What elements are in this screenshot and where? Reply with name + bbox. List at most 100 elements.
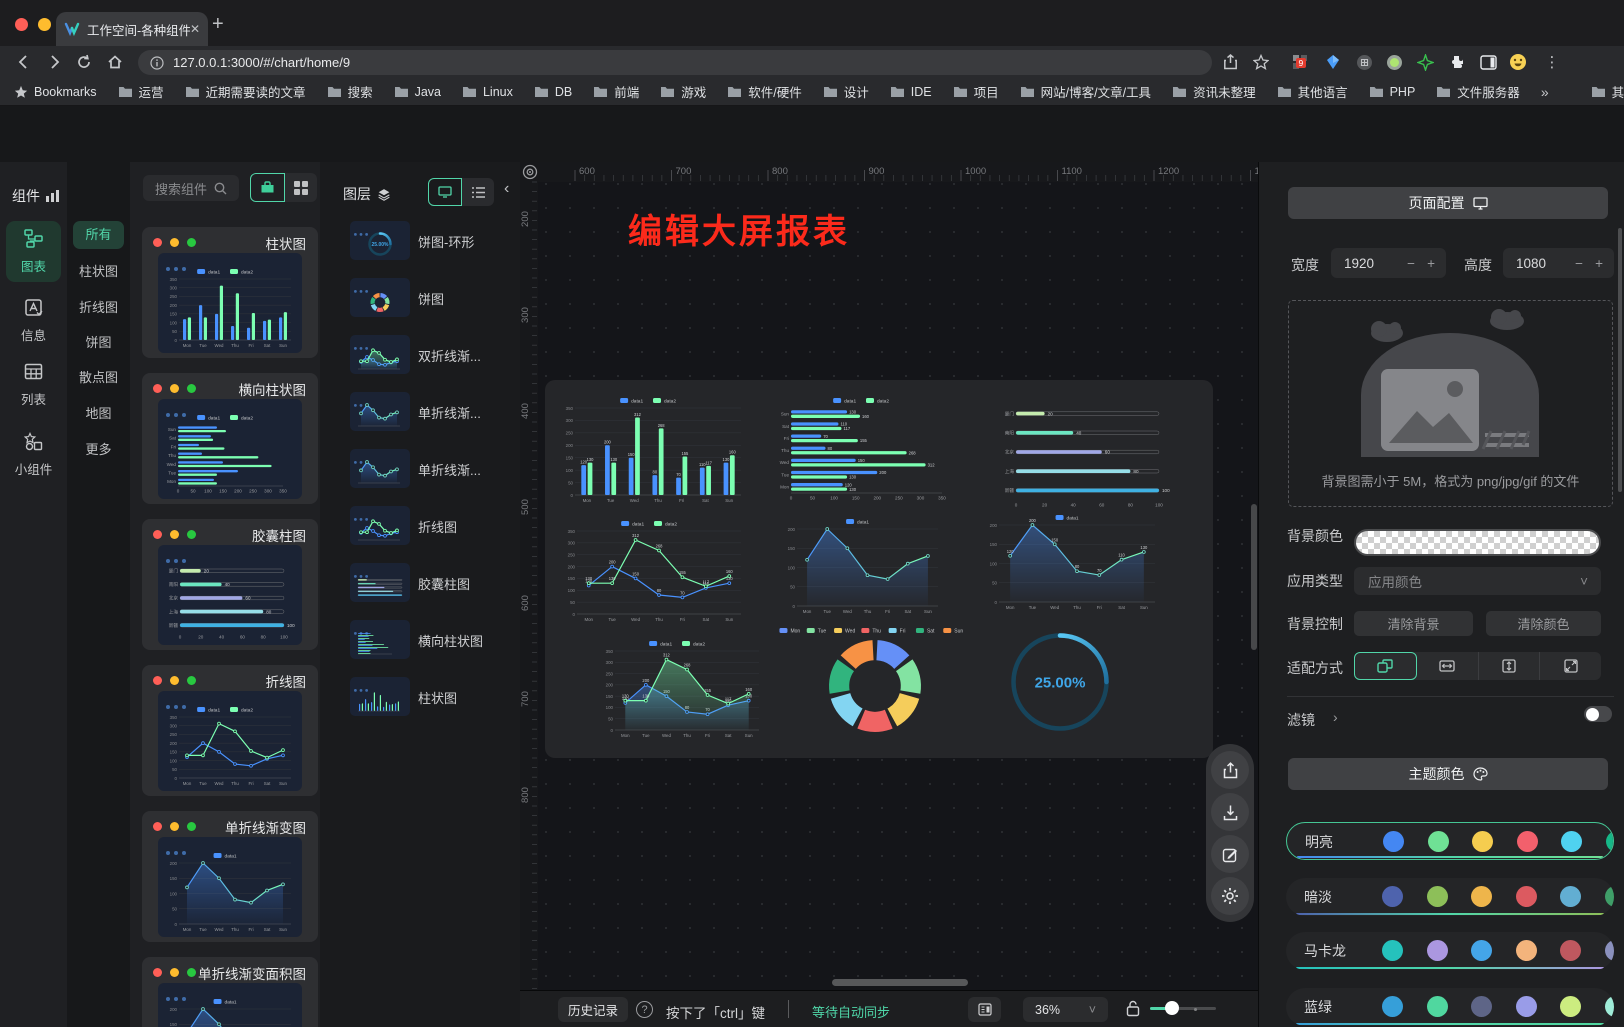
lock-icon[interactable] <box>1126 1000 1140 1022</box>
layer-item[interactable]: 饼图 <box>320 278 520 328</box>
category-地图[interactable]: 地图 <box>73 400 124 428</box>
dashboard-chart-line2[interactable]: data1data2050100150200250300350MonTueWed… <box>560 518 748 624</box>
theme-row-马卡龙[interactable]: 马卡龙 <box>1286 932 1614 970</box>
theme-color-dot[interactable] <box>1382 940 1403 961</box>
sidebar-item-info[interactable]: 信息 <box>6 290 61 351</box>
tab-close-icon[interactable]: ✕ <box>190 22 200 36</box>
category-更多[interactable]: 更多 <box>73 436 124 464</box>
height-increase-button[interactable]: + <box>1595 256 1603 271</box>
layer-item[interactable]: 单折线渐... <box>320 449 520 499</box>
theme-color-dot[interactable] <box>1517 831 1538 852</box>
browser-menu-icon[interactable]: ⋮ <box>1540 50 1564 74</box>
dashboard-chart-gauge[interactable]: 25.00% <box>1008 630 1112 734</box>
other-bookmarks-folder[interactable]: 其他书签 <box>1591 82 1624 101</box>
height-decrease-button[interactable]: − <box>1575 256 1583 271</box>
reload-icon[interactable] <box>72 50 96 74</box>
card-thumbnail[interactable]: data1050100150200MonTueWedThuFriSatSun <box>158 983 302 1027</box>
bookmark-folder[interactable]: Linux <box>462 82 513 101</box>
width-decrease-button[interactable]: − <box>1407 256 1415 271</box>
theme-color-dot[interactable] <box>1427 996 1448 1017</box>
zoom-select[interactable]: 36% ˅ <box>1023 997 1108 1022</box>
card-view-button[interactable] <box>250 173 285 202</box>
theme-color-dot[interactable] <box>1427 940 1448 961</box>
component-card[interactable]: 胶囊柱图厦门20南阳40北京60上海80新疆100020406080100 <box>142 519 318 650</box>
bookmark-folder[interactable]: DB <box>534 82 572 101</box>
theme-row-暗淡[interactable]: 暗淡 <box>1286 878 1614 916</box>
settings-gear-icon[interactable] <box>1211 877 1249 915</box>
url-bar[interactable]: 127.0.0.1:3000/#/chart/home/9 <box>138 50 1212 75</box>
category-柱状图[interactable]: 柱状图 <box>73 258 124 286</box>
bookmark-folder[interactable]: 软件/硬件 <box>727 82 801 101</box>
dashboard-chart-area2[interactable]: data1data2050100150200250300350MonTueWed… <box>598 638 766 740</box>
extension-star-icon[interactable] <box>1413 50 1437 74</box>
theme-color-dot[interactable] <box>1605 886 1615 907</box>
list-view-button[interactable] <box>462 178 494 206</box>
category-饼图[interactable]: 饼图 <box>73 329 124 357</box>
back-icon[interactable] <box>12 50 36 74</box>
history-panel-button[interactable] <box>968 997 1001 1022</box>
component-card[interactable]: 单折线渐变图data1050100150200MonTueWedThuFriSa… <box>142 811 318 942</box>
theme-color-header[interactable]: 主题颜色 <box>1288 758 1608 790</box>
site-info-icon[interactable] <box>150 56 164 70</box>
vertical-scrollbar[interactable] <box>1251 504 1257 650</box>
thumbnail-view-button[interactable] <box>428 178 462 206</box>
zoom-slider-knob[interactable] <box>1165 1001 1179 1015</box>
bookmarks-root[interactable]: Bookmarks <box>14 85 97 99</box>
collapse-panel-chevron[interactable]: ‹ <box>504 180 509 198</box>
dashboard-chart-gradline[interactable]: data1050100150200MonTueWedThuFriSatSun12… <box>982 512 1162 612</box>
theme-color-dot[interactable] <box>1560 940 1581 961</box>
theme-color-dot[interactable] <box>1516 886 1537 907</box>
search-input[interactable]: 搜索组件 <box>143 175 239 201</box>
new-tab-button[interactable]: + <box>212 13 224 36</box>
component-card[interactable]: 单折线渐变面积图data1050100150200MonTueWedThuFri… <box>142 957 318 1027</box>
export-button[interactable] <box>1211 751 1249 789</box>
theme-color-dot[interactable] <box>1427 886 1448 907</box>
layer-item[interactable]: 柱状图 <box>320 677 520 727</box>
ruler-eye-icon[interactable] <box>522 164 538 185</box>
background-upload-dropzone[interactable]: 背景图需小于 5M，格式为 png/jpg/gif 的文件 <box>1288 300 1613 507</box>
fit-height-button[interactable] <box>1479 652 1541 680</box>
theme-color-dot[interactable] <box>1560 886 1581 907</box>
theme-color-dot[interactable] <box>1471 886 1492 907</box>
filter-toggle[interactable] <box>1584 706 1612 722</box>
theme-color-dot[interactable] <box>1605 940 1615 961</box>
minimize-window-button[interactable] <box>38 18 51 31</box>
home-icon[interactable] <box>103 50 127 74</box>
close-window-button[interactable] <box>15 18 28 31</box>
bookmark-folder[interactable]: PHP <box>1369 82 1416 101</box>
layer-item[interactable]: 单折线渐... <box>320 392 520 442</box>
clear-background-button[interactable]: 清除背景 <box>1354 611 1473 636</box>
horizontal-scrollbar[interactable] <box>832 979 968 986</box>
theme-color-dot[interactable] <box>1383 831 1404 852</box>
theme-color-dot[interactable] <box>1561 831 1582 852</box>
history-button[interactable]: 历史记录 <box>558 997 628 1022</box>
height-value[interactable]: 1080 <box>1516 256 1546 271</box>
grid-view-button[interactable] <box>285 173 318 202</box>
extensions-puzzle-icon[interactable] <box>1444 50 1468 74</box>
layer-item[interactable]: 胶囊柱图 <box>320 563 520 613</box>
browser-tab[interactable]: 工作空间-各种组件 ✕ <box>56 12 208 46</box>
sidebar-item-list[interactable]: 列表 <box>6 354 61 415</box>
theme-color-dot[interactable] <box>1560 996 1581 1017</box>
bookmarks-overflow-chevron[interactable]: » <box>1541 84 1549 100</box>
extension-gem-icon[interactable] <box>1321 50 1345 74</box>
help-icon[interactable]: ? <box>636 1001 653 1018</box>
width-increase-button[interactable]: + <box>1427 256 1435 271</box>
layer-item[interactable]: 横向柱状图 <box>320 620 520 670</box>
theme-color-dot[interactable] <box>1516 940 1537 961</box>
bookmark-folder[interactable]: 文件服务器 <box>1436 82 1520 101</box>
card-thumbnail[interactable]: 厦门20南阳40北京60上海80新疆100020406080100 <box>158 545 302 645</box>
layer-item[interactable]: 双折线渐... <box>320 335 520 385</box>
bookmark-folder[interactable]: IDE <box>890 82 932 101</box>
extension-grid-icon[interactable]: 9 <box>1288 50 1312 74</box>
dashboard-chart-line1[interactable]: data1050100150200MonTueWedThuFriSatSun <box>780 516 945 616</box>
bookmark-folder[interactable]: 近期需要读的文章 <box>185 82 306 101</box>
layer-item[interactable]: 折线图 <box>320 506 520 556</box>
bookmark-folder[interactable]: 前端 <box>593 82 639 101</box>
component-card[interactable]: 横向柱状图data1data2050100150200250300350SunS… <box>142 373 318 504</box>
design-canvas[interactable]: 6007008009001000110012001300 20030040050… <box>520 162 1258 990</box>
card-thumbnail[interactable]: data1data2050100150200250300350SunSatFri… <box>158 399 302 499</box>
component-card[interactable]: 柱状图data1data2050100150200250300350MonTue… <box>142 227 318 358</box>
theme-color-dot[interactable] <box>1471 996 1492 1017</box>
component-card[interactable]: 折线图data1data2050100150200250300350MonTue… <box>142 665 318 796</box>
